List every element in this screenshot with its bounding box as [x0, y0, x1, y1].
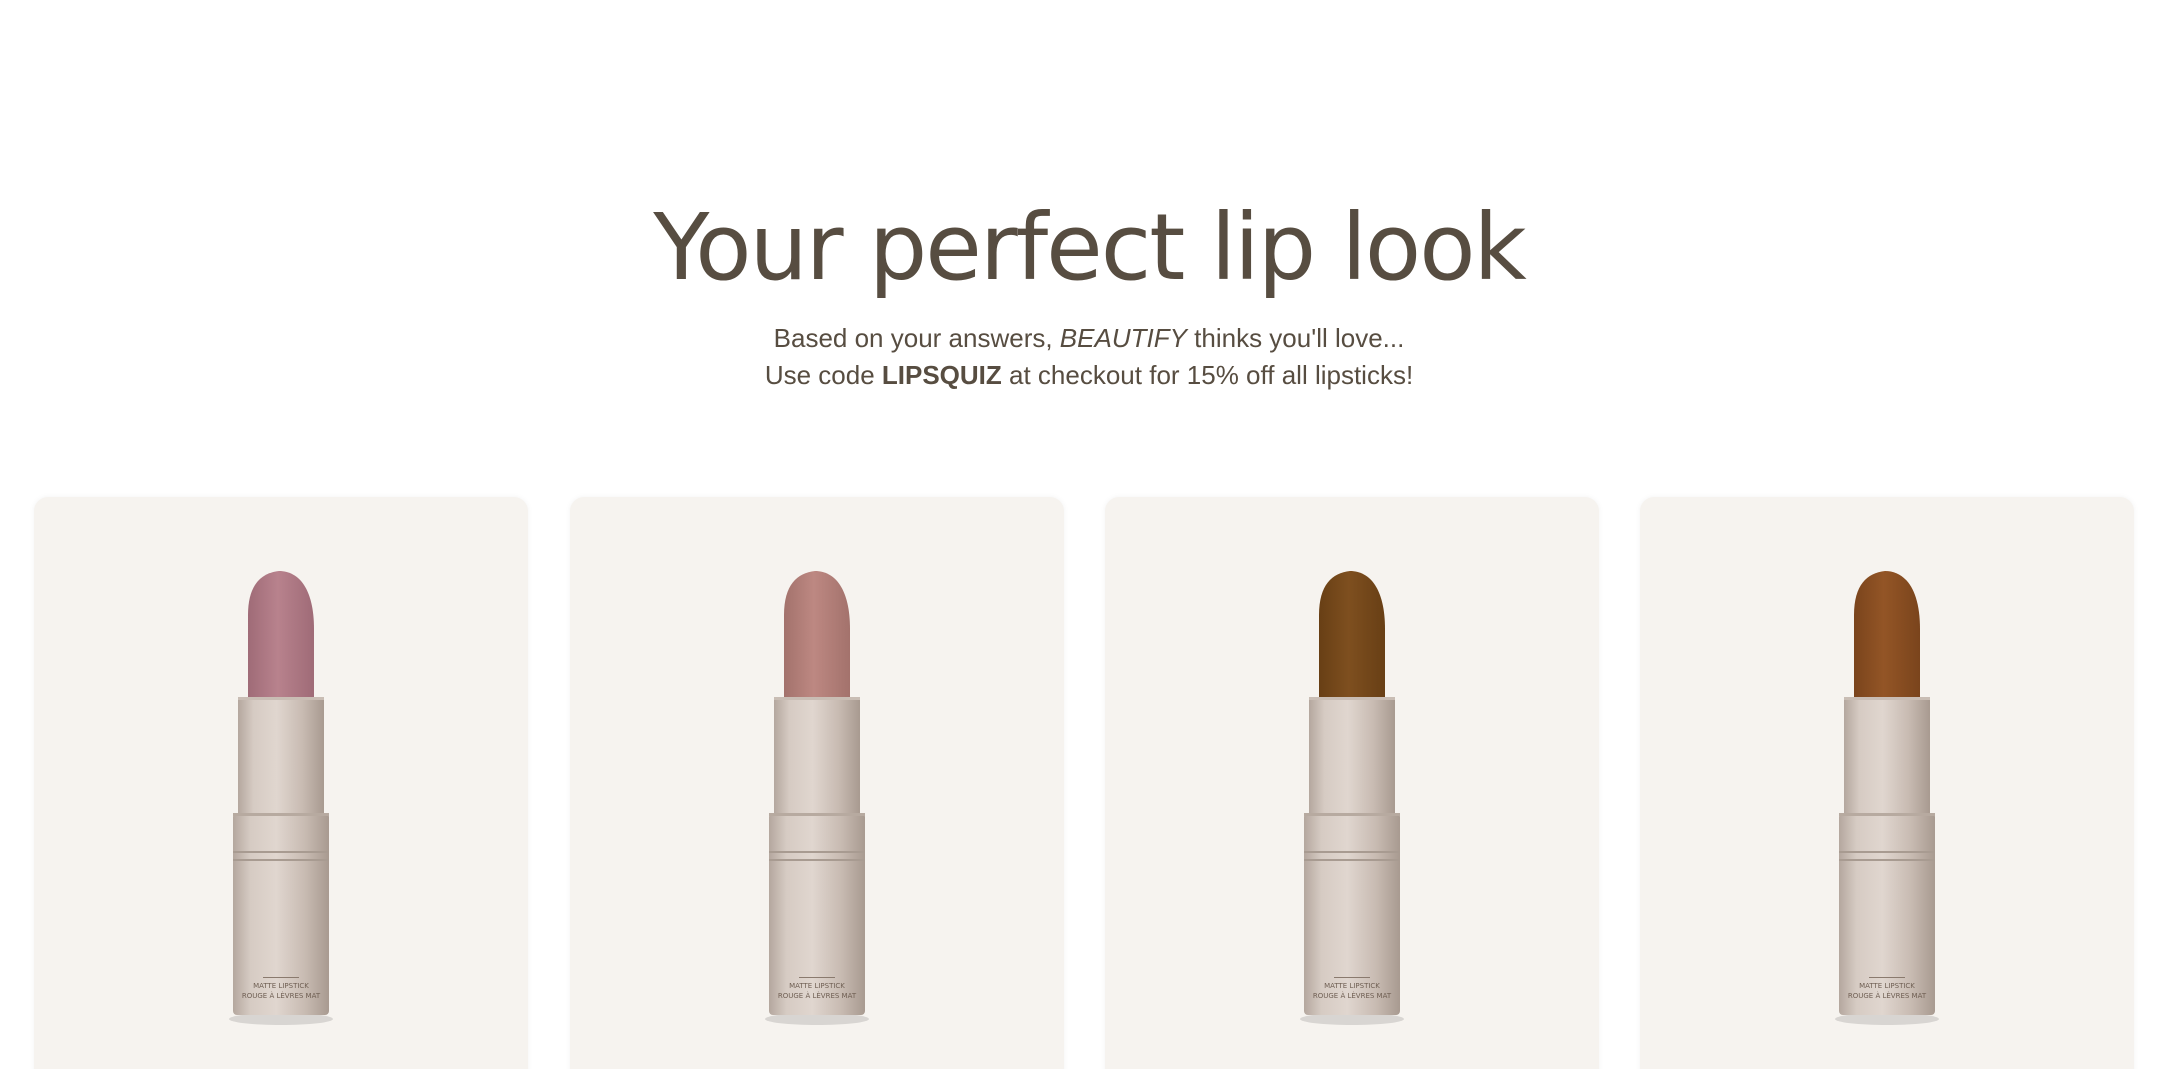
lipstick-image: MATTE LIPSTICKROUGE À LÈVRES MAT: [1835, 571, 1939, 1025]
promo-line: Use code LIPSQUIZ at checkout for 15% of…: [0, 357, 2178, 394]
recommendation-text-end: thinks you'll love...: [1186, 323, 1405, 353]
tube-label-line2: ROUGE À LÈVRES MAT: [242, 991, 321, 1000]
tube-label-line2: ROUGE À LÈVRES MAT: [1848, 991, 1927, 1000]
promo-text-end: at checkout for 15% off all lipsticks!: [1001, 360, 1414, 390]
results-subtitle: Based on your answers, BEAUTIFY thinks y…: [0, 320, 2178, 394]
tube-label-line1: MATTE LIPSTICK: [1859, 982, 1915, 990]
lipstick-sleeve: [1844, 697, 1930, 813]
product-card-cinnamon[interactable]: MATTE LIPSTICK ROUGE À LÈVRES MAT: [1640, 497, 2134, 1069]
lipstick-image: MATTE LIPSTICKROUGE À LÈVRES MAT: [1300, 571, 1404, 1025]
lipstick-bullet: [784, 571, 850, 699]
tube-label-line1: MATTE LIPSTICK: [1324, 982, 1380, 990]
tube-label-line1: MATTE LIPSTICK: [789, 982, 845, 990]
lipstick-image: MATTE LIPSTICKROUGE À LÈVRES MAT: [229, 571, 333, 1025]
tube-label-line2: ROUGE À LÈVRES MAT: [1313, 991, 1392, 1000]
tube-label-line2: ROUGE À LÈVRES MAT: [778, 991, 857, 1000]
lipstick-sleeve: [238, 697, 324, 813]
product-card-mauve[interactable]: MATTE LIPSTICK ROUGE À LÈVRES MAT: [34, 497, 528, 1069]
recommendation-line: Based on your answers, BEAUTIFY thinks y…: [0, 320, 2178, 357]
page-title: Your perfect lip look: [653, 194, 1527, 301]
lipstick-bullet: [1319, 571, 1385, 699]
brand-name: BEAUTIFY: [1059, 323, 1187, 353]
lipstick-bullet: [248, 571, 314, 699]
lipstick-bullet: [1854, 571, 1920, 699]
lipstick-sleeve: [1309, 697, 1395, 813]
product-grid: MATTE LIPSTICK ROUGE À LÈVRES MAT MATTE L…: [34, 497, 2140, 1069]
product-card-brown[interactable]: MATTE LIPSTICK ROUGE À LÈVRES MAT: [1105, 497, 1599, 1069]
product-card-rose-nude[interactable]: MATTE LIPSTICK ROUGE À LÈVRES MAT: [570, 497, 1064, 1069]
promo-text: Use code: [764, 360, 882, 390]
lipstick-sleeve: [774, 697, 860, 813]
tube-label-line1: MATTE LIPSTICK: [253, 982, 309, 990]
promo-code: LIPSQUIZ: [881, 360, 1002, 390]
lipstick-image: MATTE LIPSTICKROUGE À LÈVRES MAT: [765, 571, 869, 1025]
recommendation-text: Based on your answers,: [773, 323, 1060, 353]
